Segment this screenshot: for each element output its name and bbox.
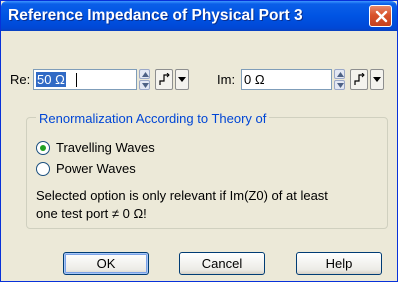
re-input[interactable]: 50 Ω (33, 69, 137, 90)
note-line-2: one test port ≠ 0 Ω! (36, 206, 147, 221)
cancel-button[interactable]: Cancel (179, 252, 265, 275)
unit-symbol-icon (159, 73, 170, 85)
re-unit-button[interactable] (155, 69, 173, 90)
chevron-down-icon (373, 77, 381, 82)
help-button[interactable]: Help (296, 252, 382, 275)
spin-down-icon (337, 83, 344, 88)
radio-travelling-waves[interactable] (36, 141, 50, 155)
option-power-waves-label[interactable]: Power Waves (56, 161, 136, 176)
dialog-window: Reference Impedance of Physical Port 3 R… (0, 0, 398, 282)
unit-symbol-icon (354, 73, 365, 85)
im-value: 0 Ω (244, 72, 265, 87)
radio-selected-dot (40, 145, 46, 151)
im-input[interactable]: 0 Ω (241, 69, 332, 90)
spin-down-icon (142, 83, 149, 88)
re-spin-down-button[interactable] (139, 80, 150, 90)
spin-up-icon (337, 72, 344, 77)
spin-up-icon (142, 72, 149, 77)
im-unit-button[interactable] (350, 69, 368, 90)
re-dropdown-button[interactable] (175, 69, 189, 90)
re-spinner[interactable] (139, 69, 150, 90)
im-spinner[interactable] (334, 69, 345, 90)
dialog-title: Reference Impedance of Physical Port 3 (8, 7, 303, 24)
ok-button[interactable]: OK (63, 252, 149, 275)
re-value: 50 Ω (36, 72, 66, 87)
im-spin-down-button[interactable] (334, 80, 345, 90)
re-label: Re: (10, 72, 31, 87)
im-dropdown-button[interactable] (370, 69, 384, 90)
note-line-1: Selected option is only relevant if Im(Z… (36, 188, 328, 203)
im-label: Im: (217, 72, 236, 87)
radio-power-waves[interactable] (36, 162, 50, 176)
chevron-down-icon (178, 77, 186, 82)
re-spin-up-button[interactable] (139, 69, 150, 79)
title-bar[interactable]: Reference Impedance of Physical Port 3 (1, 1, 397, 31)
text-caret (76, 73, 77, 87)
close-button[interactable] (369, 5, 392, 27)
im-spin-up-button[interactable] (334, 69, 345, 79)
group-title: Renormalization According to Theory of (36, 111, 270, 126)
option-travelling-waves-label[interactable]: Travelling Waves (56, 140, 155, 155)
close-icon (375, 10, 388, 23)
